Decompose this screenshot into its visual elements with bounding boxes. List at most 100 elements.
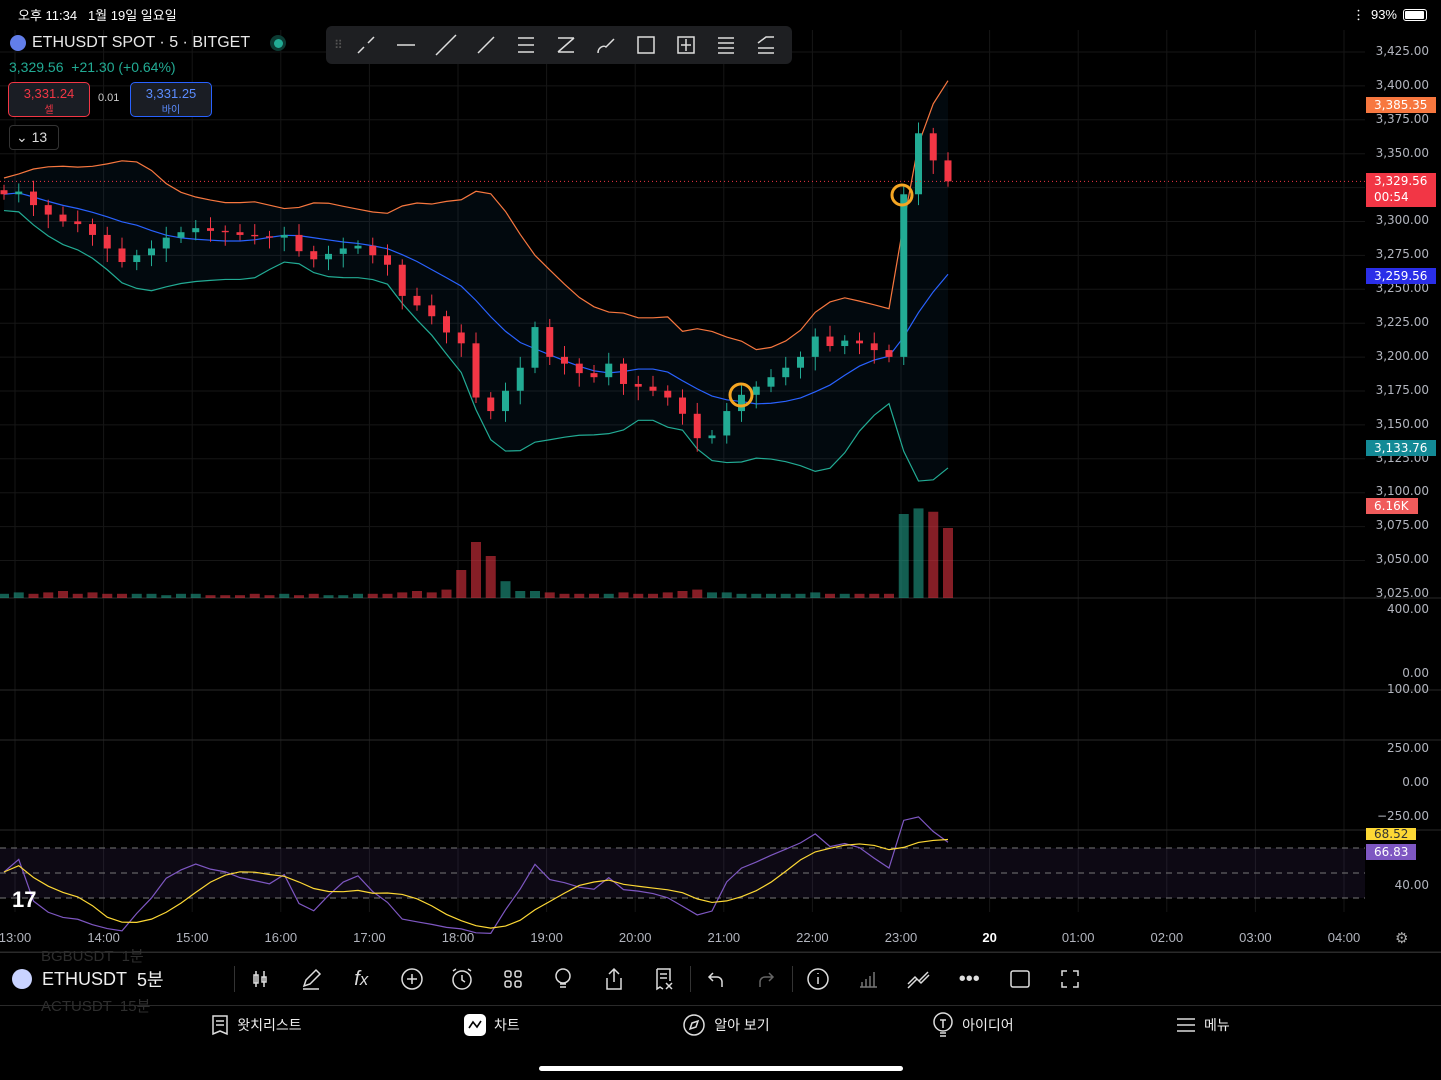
date: 1월 19일 일요일 [87,8,177,23]
indicators-collapse-button[interactable]: ⌄ 13 [9,125,59,150]
more-icon[interactable]: ••• [944,968,995,991]
volume-bar [338,595,349,598]
time-axis-label: 17:00 [353,930,386,945]
volume-bar [426,592,437,598]
candle-body [428,305,436,317]
candle-body [339,248,347,254]
horizontal-ray-tool-icon[interactable] [389,30,423,60]
candle-body [826,336,834,347]
nav-watchlist[interactable]: 왓치리스트 [211,1012,302,1038]
candle-body [369,245,377,256]
indicators-fx-icon[interactable]: fx [336,968,387,991]
symbol-header[interactable]: ETHUSDT SPOT · 5 · BITGET [10,34,287,52]
fib-retracement-tool-icon[interactable] [709,30,743,60]
nav-explore[interactable]: 알아 보기 [682,1012,770,1038]
candle-body [679,397,686,414]
single-layout-icon[interactable] [995,968,1046,990]
share-icon[interactable] [589,967,640,991]
volume-bar [294,595,304,598]
volume-bar [884,593,894,598]
pencil-icon[interactable] [286,968,337,990]
sell-label: 셀 [44,105,54,116]
eth-logo-icon [10,35,26,51]
candle-body [103,234,111,249]
rsi-ma-tag: 68.52 [1366,828,1416,840]
symbol-picker-ghost-above[interactable]: BGBUSDT 1분 [41,945,144,966]
time-axis-label: 01:00 [1061,930,1095,945]
volume-bar [559,593,570,598]
alarm-icon[interactable] [437,967,488,991]
layout-grid-icon[interactable] [488,968,539,990]
redo-icon[interactable] [741,969,792,989]
price-range-tool-icon[interactable] [669,30,703,60]
ray-tool-icon[interactable] [469,30,503,60]
drawing-toolbar[interactable]: ⠿ [326,26,792,64]
lightbulb-icon[interactable] [538,967,589,991]
candle-body [413,295,421,306]
time-axis-label: 16:00 [264,930,298,945]
time-axis-label: 14:00 [87,930,120,945]
symbol-name[interactable]: ETHUSDT [42,969,127,990]
volume-bar [736,593,747,598]
info-icon[interactable] [793,967,844,991]
volume-bar [308,593,319,598]
candle-body [575,363,583,374]
brush-tool-icon[interactable] [589,30,623,60]
trend-line-tool-icon[interactable] [349,30,383,60]
volume-bar [662,592,673,598]
volume-bar [603,593,614,598]
wifi-icon: ︙ [1351,8,1365,23]
volume-bar [913,508,924,598]
candle-body [74,221,82,225]
add-icon[interactable] [387,967,438,991]
symbol-picker-ghost-below[interactable]: ACTUSDT 15분 [41,995,150,1016]
rectangle-tool-icon[interactable] [629,30,663,60]
nav-chart[interactable]: 차트 [464,1012,520,1038]
pane-axis-label: 250.00 [1387,741,1429,755]
status-right: ︙ 93% [1352,5,1427,24]
parallel-channel-tool-icon[interactable] [509,30,543,60]
candle-body [797,356,804,368]
volume-bar [485,556,496,598]
symbol-selector[interactable]: ETHUSDT 5분 [12,966,234,992]
watchlist-icon [212,1015,228,1036]
candle-body [649,386,657,391]
regression-trend-tool-icon[interactable] [549,30,583,60]
extended-line-tool-icon[interactable] [429,30,463,60]
candle-body [487,397,495,412]
undo-icon[interactable] [691,969,742,989]
volume-bar [515,591,526,598]
nav-label: 아이디어 [962,1017,1014,1033]
home-indicator[interactable] [539,1066,903,1071]
candle-body [310,251,318,260]
bb-basis-tag: 3,259.56 [1366,268,1436,284]
fullscreen-icon[interactable] [1045,969,1096,989]
nav-menu[interactable]: 메뉴 [1176,1012,1230,1038]
candle-body [266,236,273,238]
buy-button[interactable]: 3,331.25 바이 [130,82,212,117]
candle-body [605,363,613,378]
compare-icon[interactable] [894,968,945,990]
candle-body [457,332,465,344]
financials-icon[interactable] [843,968,894,990]
chart-canvas[interactable]: 17 [0,0,1441,952]
symbol-title[interactable]: ETHUSDT SPOT · 5 · BITGET [32,34,250,52]
candle-body [856,340,863,344]
volume-bar [412,591,422,598]
settings-gear-icon[interactable]: ⚙ [1395,929,1408,947]
sell-button[interactable]: 3,331.24 셀 [8,82,90,117]
nav-ideas[interactable]: 아이디어 [932,1012,1014,1038]
battery-text: 93% [1370,7,1397,22]
candle-body [708,435,716,439]
object-tree-icon[interactable] [639,967,690,991]
nav-label: 왓치리스트 [237,1017,302,1033]
chart-type-icon[interactable] [235,968,286,990]
pitchfork-tool-icon[interactable] [749,30,783,60]
drag-handle-icon[interactable]: ⠿ [334,38,343,52]
interval[interactable]: 5분 [137,966,164,992]
price-axis-label: 3,100.00 [1375,484,1429,499]
candle-body [15,191,23,195]
candle-body [811,336,819,357]
volume-bar [146,593,157,598]
menu-icon [1177,1018,1196,1032]
